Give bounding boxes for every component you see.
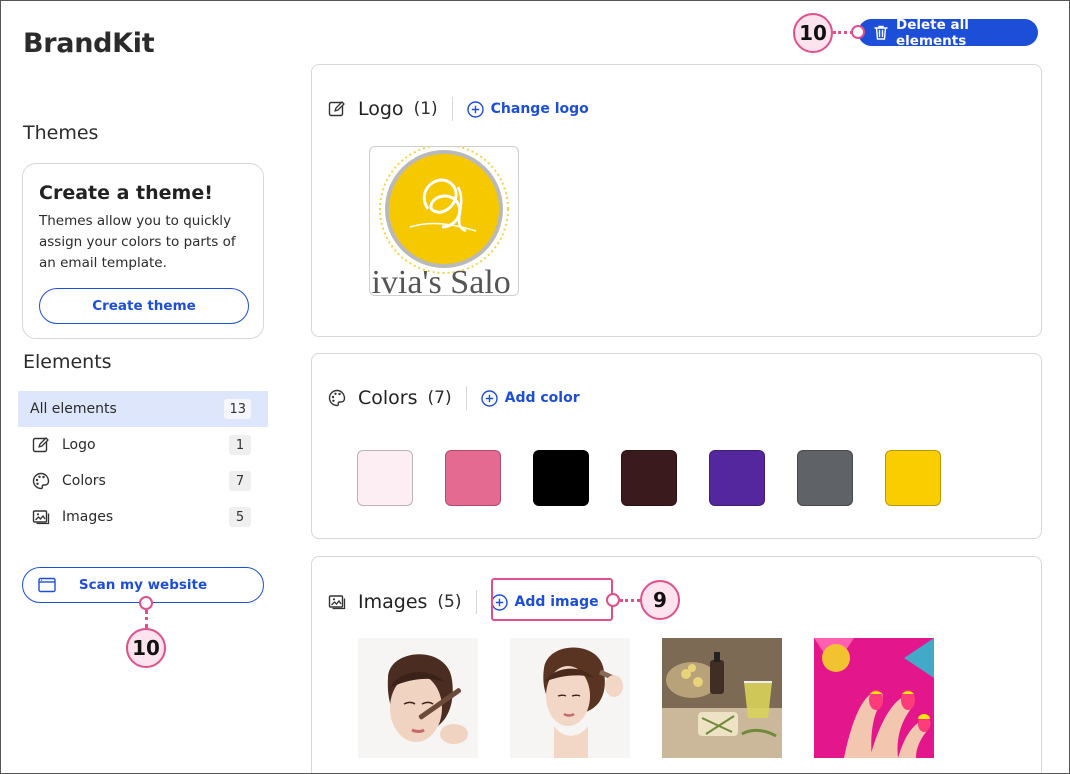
callout-connector [145,610,148,628]
edit-icon [32,436,50,454]
theme-card-title: Create a theme! [39,182,213,204]
sidebar-item-label: Logo [62,437,96,453]
callout-badge-delete: 10 [793,13,833,53]
palette-icon [32,472,50,490]
callout-connector [833,31,853,34]
theme-card-description: Themes allow you to quickly assign your … [39,213,236,271]
create-theme-button[interactable]: Create theme [39,288,249,324]
images-panel-count: (5) [437,592,462,612]
divider [451,97,453,121]
colors-panel-header: Colors (7) Add color [328,384,580,412]
add-color-label: Add color [504,390,580,406]
image-photo [662,638,782,758]
logo-image: livia's Salo [370,147,511,296]
callout-badge-scan: 10 [126,628,166,668]
trash-icon [874,25,888,40]
color-swatch[interactable] [621,450,677,506]
color-swatch[interactable] [533,450,589,506]
sidebar-item-count: 5 [229,507,251,527]
colors-panel-title: Colors [358,387,418,409]
delete-all-label: Delete all elements [896,16,969,49]
themes-heading: Themes [23,122,99,144]
elements-nav: All elements 13 Logo 1 Colors 7 Images 5 [18,391,268,535]
image-icon [32,508,50,526]
add-color-button[interactable]: Add color [480,389,580,407]
sidebar-item-label: Images [62,509,114,525]
image-thumbnail-nails-flower[interactable] [814,638,934,758]
image-thumbnail-herbal-oils[interactable] [662,638,782,758]
edit-icon [328,100,346,118]
image-icon [328,593,346,611]
callout-dot [139,596,153,610]
callout-dot [606,593,620,607]
sidebar-item-count: 7 [229,471,251,491]
plus-circle-icon [480,389,498,407]
divider [465,386,467,410]
colors-panel: Colors (7) Add color [311,353,1042,539]
elements-heading: Elements [23,351,112,373]
color-swatch[interactable] [445,450,501,506]
browser-icon [38,577,56,597]
logo-panel-header: Logo (1) Change logo [328,95,589,123]
plus-circle-icon [466,100,484,118]
divider [475,590,477,614]
color-swatch[interactable] [357,450,413,506]
color-swatch[interactable] [709,450,765,506]
sidebar-item-count: 1 [229,435,251,455]
images-panel-title: Images [358,591,428,613]
logo-panel-count: (1) [413,99,438,119]
logo-panel-title: Logo [358,98,404,120]
sidebar-item-colors[interactable]: Colors 7 [18,463,268,499]
logo-wordmark: livia's Salo [370,264,511,296]
delete-all-button[interactable]: Delete all elements [858,16,1038,49]
colors-panel-count: (7) [427,388,452,408]
sidebar-item-label: Colors [62,473,106,489]
image-photo [358,638,478,758]
image-photo [510,638,630,758]
image-photo [814,638,934,758]
sidebar-item-images[interactable]: Images 5 [18,499,268,535]
theme-card: Create a theme! Themes allow you to quic… [22,163,264,339]
image-thumbnail-woman-makeup[interactable] [358,638,478,758]
add-image-highlight [491,578,613,621]
sidebar-item-all-elements[interactable]: All elements 13 [18,391,268,427]
callout-dot [851,25,865,39]
image-thumbnail-woman-hairstyle[interactable] [510,638,630,758]
change-logo-button[interactable]: Change logo [466,100,589,118]
color-swatch[interactable] [885,450,941,506]
palette-icon [328,389,346,407]
sidebar-item-label: All elements [30,401,117,417]
color-swatch[interactable] [797,450,853,506]
logo-panel: Logo (1) Change logo livia's Salo [311,64,1042,337]
callout-connector [620,599,640,602]
scan-website-label: Scan my website [78,577,208,593]
sidebar-item-count: 13 [224,399,251,419]
callout-badge-add-image: 9 [640,580,680,620]
sidebar-item-logo[interactable]: Logo 1 [18,427,268,463]
logo-thumbnail[interactable]: livia's Salo [369,146,519,296]
page-title: BrandKit [23,28,155,59]
change-logo-label: Change logo [490,101,589,117]
